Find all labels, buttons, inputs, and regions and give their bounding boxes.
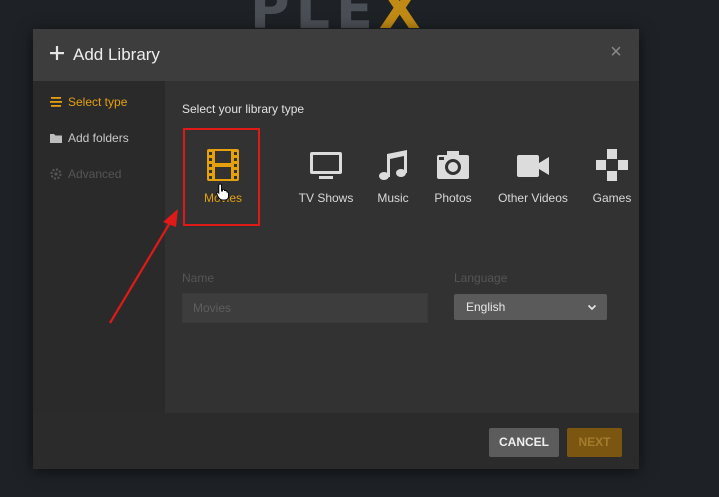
name-field-label: Name bbox=[182, 271, 215, 285]
close-icon[interactable]: × bbox=[608, 42, 624, 62]
language-select-value: English bbox=[466, 300, 506, 314]
section-label: Select your library type bbox=[182, 102, 305, 116]
video-camera-icon bbox=[517, 155, 549, 177]
library-type-tv-shows[interactable]: TV Shows bbox=[297, 147, 355, 205]
library-type-music[interactable]: Music bbox=[371, 147, 415, 205]
gear-icon bbox=[50, 168, 62, 180]
music-note-icon bbox=[379, 150, 407, 180]
dialog-title: Add Library bbox=[73, 45, 160, 64]
library-type-label: TV Shows bbox=[298, 191, 354, 205]
dialog-footer: CANCEL NEXT bbox=[33, 413, 639, 469]
gamepad-icon bbox=[596, 149, 628, 181]
sidebar-item-add-folders[interactable]: Add folders bbox=[49, 129, 129, 147]
language-field-label: Language bbox=[454, 271, 508, 285]
highlight-box bbox=[183, 128, 260, 226]
monitor-icon bbox=[310, 152, 342, 179]
next-button[interactable]: NEXT bbox=[567, 428, 622, 457]
sidebar-item-label: Advanced bbox=[68, 167, 122, 181]
hand-cursor-icon bbox=[216, 183, 229, 201]
sidebar-item-label: Select type bbox=[68, 95, 128, 109]
cancel-button[interactable]: CANCEL bbox=[489, 428, 559, 457]
library-type-games[interactable]: Games bbox=[590, 147, 634, 205]
folder-icon bbox=[50, 134, 62, 143]
library-type-photos[interactable]: Photos bbox=[431, 147, 475, 205]
sidebar-item-select-type[interactable]: Select type bbox=[49, 93, 127, 111]
wizard-sidebar: Select type Add folders Advanced bbox=[33, 81, 165, 413]
library-type-other-videos[interactable]: Other Videos bbox=[495, 147, 571, 205]
add-library-dialog: Add Library × Select type Add folders Ad… bbox=[33, 29, 639, 469]
chevron-down-icon bbox=[587, 304, 597, 311]
plus-icon bbox=[50, 46, 64, 60]
list-icon bbox=[50, 97, 62, 107]
library-type-label: Other Videos bbox=[498, 191, 568, 205]
sidebar-item-advanced: Advanced bbox=[49, 165, 121, 183]
name-input[interactable]: Movies bbox=[182, 293, 428, 323]
library-type-label: Photos bbox=[434, 191, 472, 205]
dialog-header: Add Library × bbox=[33, 29, 639, 81]
camera-icon bbox=[437, 151, 469, 179]
library-type-label: Games bbox=[592, 191, 632, 205]
language-select[interactable]: English bbox=[454, 294, 607, 320]
sidebar-item-label: Add folders bbox=[68, 131, 129, 145]
library-type-label: Music bbox=[377, 191, 409, 205]
